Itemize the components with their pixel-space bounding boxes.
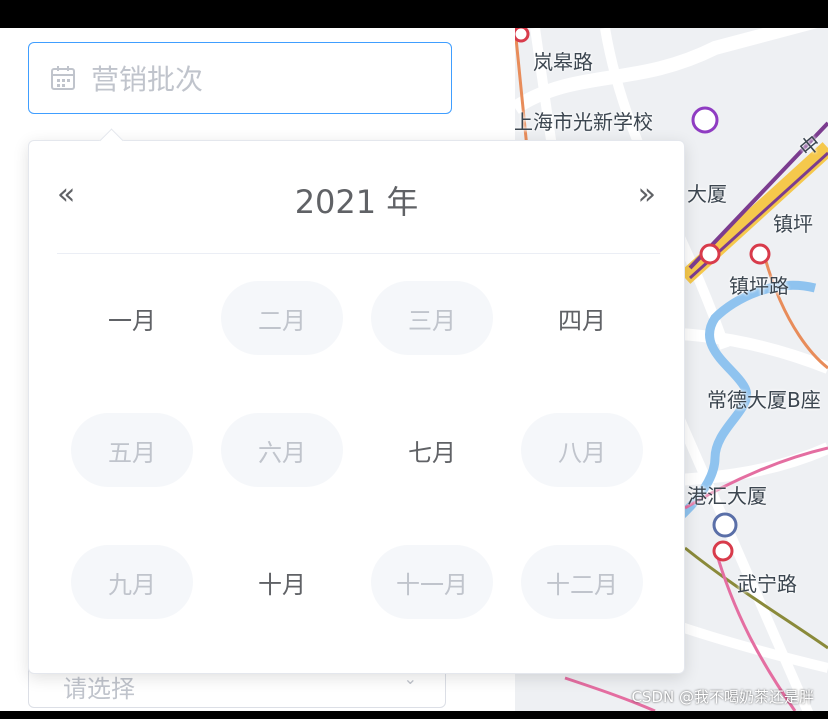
month-cell[interactable]: 七月: [371, 413, 493, 487]
map-label-langao-road: 岚皋路: [533, 50, 593, 74]
month-cell: 十二月: [521, 545, 643, 619]
month-cell: 六月: [221, 413, 343, 487]
bottom-black-bar: [0, 711, 828, 719]
month-cell[interactable]: 十月: [221, 545, 343, 619]
month-cell: 八月: [521, 413, 643, 487]
month-grid: 一月 二月 三月 四月五月 六月 七月 八月九月 十月 十一月 十二月: [71, 281, 655, 619]
month-cell[interactable]: 一月: [71, 281, 193, 355]
map-label-ganghui-building: 港汇大厦: [687, 484, 767, 508]
map-label-school: 上海市光新学校: [515, 110, 653, 134]
watermark: CSDN @我不喝奶茶还是胖: [631, 688, 814, 706]
map-label-zhenping: 镇坪: [773, 212, 813, 236]
month-picker-input[interactable]: 营销批次: [28, 42, 452, 114]
month-input-placeholder: 营销批次: [91, 63, 204, 96]
month-cell: 十一月: [371, 545, 493, 619]
header-divider: [57, 253, 660, 254]
calendar-icon: [49, 64, 77, 92]
next-year-button[interactable]: »: [638, 177, 656, 212]
month-cell[interactable]: 四月: [521, 281, 643, 355]
month-cell: 九月: [71, 545, 193, 619]
year-label[interactable]: 2021 年: [29, 177, 684, 223]
month-cell: 二月: [221, 281, 343, 355]
map-label-changde-building: 常德大厦B座: [707, 388, 821, 412]
top-black-bar: [0, 0, 828, 28]
secondary-select-placeholder: 请选择: [63, 675, 135, 703]
picker-header: « 2021 年 »: [29, 141, 684, 251]
map-label-wuning-road: 武宁路: [737, 572, 797, 596]
month-picker-panel: « 2021 年 » 一月 二月 三月 四月五月 六月 七月 八月九月 十月 十一月 十二月: [28, 128, 685, 674]
month-cell: 五月: [71, 413, 193, 487]
map-label-zhenping-road: 镇坪路: [729, 274, 789, 298]
map-label-building: 大厦: [687, 182, 727, 206]
month-cell: 三月: [371, 281, 493, 355]
